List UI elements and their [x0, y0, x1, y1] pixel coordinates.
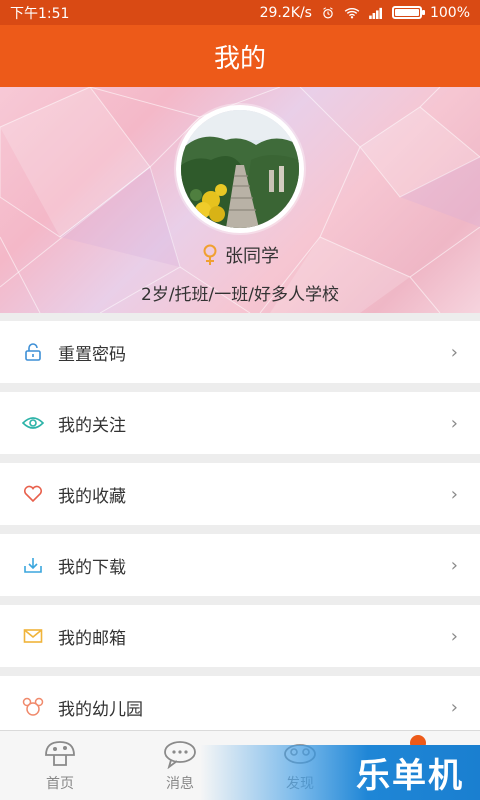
lock-icon: [22, 341, 44, 363]
menu-item-label: 我的关注: [58, 415, 126, 436]
menu-item-my-kindergarten[interactable]: 我的幼儿园 ›: [0, 676, 480, 738]
alarm-icon: [323, 6, 333, 18]
menu-item-my-follows[interactable]: 我的关注 ›: [0, 392, 480, 454]
settings-menu: 重置密码 › 我的关注 › 我的收藏 › 我的下载 › 我的邮箱 › 我的幼儿园: [0, 321, 480, 747]
menu-item-label: 重置密码: [58, 344, 126, 365]
menu-item-reset-password[interactable]: 重置密码 ›: [0, 321, 480, 383]
status-time: 下午1:51: [10, 5, 70, 22]
menu-item-my-downloads[interactable]: 我的下载 ›: [0, 534, 480, 596]
mushroom-home-icon: [45, 740, 75, 766]
kindergarten-icon: [22, 696, 44, 718]
mail-icon: [22, 625, 44, 647]
page-header: 我的: [0, 25, 480, 87]
eye-icon: [22, 412, 44, 434]
chevron-right-icon: ›: [450, 696, 458, 718]
heart-icon: [22, 483, 44, 505]
tab-home[interactable]: 首页: [0, 731, 120, 800]
profile-name-line: 张同学: [0, 242, 480, 268]
battery-level: 100%: [429, 4, 470, 21]
avatar[interactable]: [176, 105, 304, 233]
chevron-right-icon: ›: [450, 341, 458, 363]
menu-item-my-mailbox[interactable]: 我的邮箱 ›: [0, 605, 480, 667]
chevron-right-icon: ›: [450, 625, 458, 647]
tab-label: 消息: [166, 775, 194, 792]
network-speed: 29.2K/s: [259, 4, 312, 21]
battery-icon: [391, 6, 425, 19]
avatar-photo: [181, 110, 299, 228]
profile-banner: 张同学 2岁/托班/一班/好多人学校: [0, 87, 480, 313]
page-title: 我的: [213, 43, 266, 74]
female-icon: [203, 244, 217, 265]
signal-icon: [369, 7, 382, 19]
status-bar: 下午1:51 29.2K/s 100%: [0, 0, 480, 25]
chevron-right-icon: ›: [450, 554, 458, 576]
watermark-overlay: 乐单机: [200, 745, 480, 800]
tab-label: 首页: [46, 775, 74, 792]
profile-detail: 2岁/托班/一班/好多人学校: [141, 285, 339, 305]
menu-item-label: 我的下载: [58, 557, 126, 578]
menu-item-my-favorites[interactable]: 我的收藏 ›: [0, 463, 480, 525]
watermark-text: 乐单机: [356, 756, 464, 796]
profile-name: 张同学: [225, 246, 279, 267]
chat-bubble-icon: [164, 740, 196, 769]
chevron-right-icon: ›: [450, 412, 458, 434]
menu-item-label: 我的邮箱: [58, 628, 126, 649]
menu-item-label: 我的收藏: [58, 486, 126, 507]
download-icon: [22, 554, 44, 576]
menu-item-label: 我的幼儿园: [58, 699, 143, 720]
wifi-icon: [344, 7, 360, 18]
chevron-right-icon: ›: [450, 483, 458, 505]
